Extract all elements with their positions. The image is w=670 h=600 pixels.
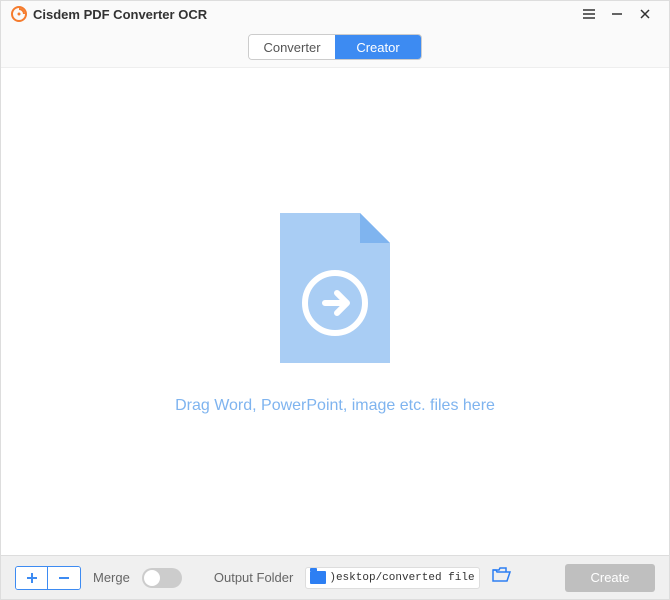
merge-label: Merge — [93, 570, 130, 585]
app-title: Cisdem PDF Converter OCR — [33, 7, 207, 22]
toggle-knob — [144, 570, 160, 586]
remove-file-button[interactable] — [48, 567, 80, 589]
minimize-button[interactable] — [603, 4, 631, 24]
output-path-text: )esktop/converted file — [329, 572, 474, 584]
drop-zone[interactable]: Drag Word, PowerPoint, image etc. files … — [1, 67, 669, 555]
folder-icon — [310, 571, 326, 584]
menu-icon[interactable] — [575, 4, 603, 24]
browse-folder-icon[interactable] — [492, 567, 512, 588]
tab-converter[interactable]: Converter — [249, 35, 335, 59]
drop-hint-text: Drag Word, PowerPoint, image etc. files … — [175, 397, 495, 415]
title-bar: Cisdem PDF Converter OCR — [1, 1, 669, 27]
file-drop-icon — [270, 208, 400, 373]
app-logo-icon — [11, 6, 27, 22]
output-path-box[interactable]: )esktop/converted file — [305, 567, 479, 589]
tab-creator[interactable]: Creator — [335, 35, 421, 59]
mode-tab-row: Converter Creator — [1, 27, 669, 67]
mode-tab-group: Converter Creator — [248, 34, 422, 60]
merge-toggle[interactable] — [142, 568, 182, 588]
add-file-button[interactable] — [16, 567, 48, 589]
add-remove-group — [15, 566, 81, 590]
create-button[interactable]: Create — [565, 564, 655, 592]
output-folder-label: Output Folder — [214, 570, 294, 585]
close-button[interactable] — [631, 4, 659, 24]
footer-bar: Merge Output Folder )esktop/converted fi… — [1, 555, 669, 599]
